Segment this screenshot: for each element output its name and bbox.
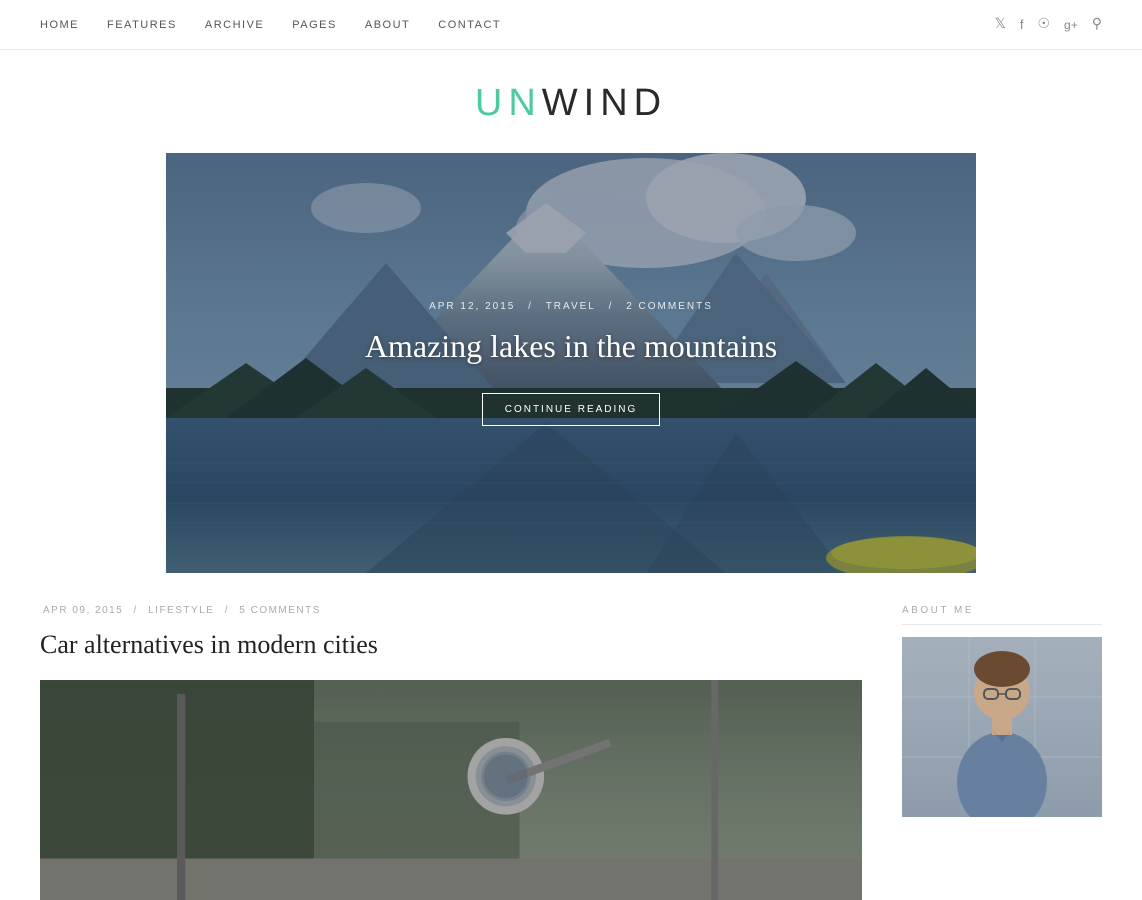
hero-text-content: APR 12, 2015 / TRAVEL / 2 COMMENTS Amazi… <box>166 153 976 573</box>
hero-comments[interactable]: 2 COMMENTS <box>626 301 713 312</box>
post-sep1: / <box>134 605 138 616</box>
main-nav: HOME FEATURES ARCHIVE PAGES ABOUT CONTAC… <box>0 0 1142 50</box>
hero-title[interactable]: Amazing lakes in the mountains <box>365 328 777 365</box>
post-meta: APR 09, 2015 / LIFESTYLE / 5 COMMENTS <box>40 605 862 616</box>
nav-item-contact[interactable]: CONTACT <box>438 19 501 31</box>
post-comments[interactable]: 5 COMMENTS <box>239 605 321 616</box>
facebook-icon[interactable]: f <box>1020 17 1024 32</box>
post-title[interactable]: Car alternatives in modern cities <box>40 628 862 662</box>
site-logo[interactable]: UNWIND <box>0 82 1142 125</box>
hero-category[interactable]: TRAVEL <box>546 301 596 312</box>
sidebar-about-photo[interactable] <box>902 637 1102 817</box>
continue-reading-button[interactable]: CONTINUE READING <box>482 393 661 426</box>
post-category[interactable]: LIFESTYLE <box>148 605 214 616</box>
hero-date: APR 12, 2015 <box>429 301 515 312</box>
site-logo-area: UNWIND <box>0 50 1142 153</box>
nav-item-archive[interactable]: ARCHIVE <box>205 19 264 31</box>
hero-section: APR 12, 2015 / TRAVEL / 2 COMMENTS Amazi… <box>166 153 976 573</box>
about-photo-illustration <box>902 637 1102 817</box>
hero-separator1: / <box>528 301 533 312</box>
post-sep2: / <box>225 605 229 616</box>
nav-links: HOME FEATURES ARCHIVE PAGES ABOUT CONTAC… <box>40 19 501 31</box>
sidebar-about-title: ABOUT ME <box>902 605 1102 625</box>
logo-part2: WIND <box>542 82 667 124</box>
googleplus-icon[interactable]: g+ <box>1064 18 1078 32</box>
hero-meta: APR 12, 2015 / TRAVEL / 2 COMMENTS <box>425 301 717 312</box>
logo-part1: UN <box>475 82 542 124</box>
nav-social: 𝕏 f ☉ g+ ⚲ <box>995 16 1102 33</box>
nav-item-home[interactable]: HOME <box>40 19 79 31</box>
post-image[interactable] <box>40 680 862 900</box>
main-content-area: APR 09, 2015 / LIFESTYLE / 5 COMMENTS Ca… <box>40 573 1102 900</box>
search-icon[interactable]: ⚲ <box>1092 16 1102 33</box>
post-date: APR 09, 2015 <box>43 605 123 616</box>
twitter-icon[interactable]: 𝕏 <box>995 16 1006 33</box>
nav-item-features[interactable]: FEATURES <box>107 19 177 31</box>
nav-item-pages[interactable]: PAGES <box>292 19 337 31</box>
post-image-bg <box>40 680 862 900</box>
hero-separator2: / <box>609 301 614 312</box>
sidebar-photo-bg <box>902 637 1102 817</box>
post-illustration <box>40 680 862 900</box>
nav-item-about[interactable]: ABOUT <box>365 19 410 31</box>
instagram-icon[interactable]: ☉ <box>1037 16 1050 33</box>
